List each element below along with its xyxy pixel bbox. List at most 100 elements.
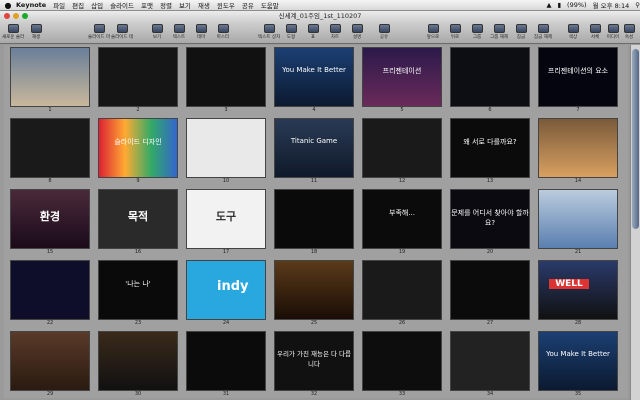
ungroup-button[interactable]: 그룹 해제 [488, 23, 510, 43]
slide-thumbnail[interactable]: 12 [362, 118, 442, 188]
slide-preview[interactable] [98, 331, 178, 391]
slide-preview[interactable] [10, 260, 90, 320]
vertical-scrollbar[interactable] [630, 45, 640, 400]
menu-help[interactable]: 도움말 [261, 0, 279, 10]
slide-preview[interactable] [538, 189, 618, 249]
slide-preview[interactable]: WELL [538, 260, 618, 320]
slide-thumbnail[interactable]: 29 [10, 331, 90, 398]
menu-share[interactable]: 공유 [242, 0, 254, 10]
menu-format[interactable]: 포맷 [141, 0, 153, 10]
slide-thumbnail[interactable]: 프리젠테이션 5 [362, 47, 442, 117]
close-window-icon[interactable] [4, 13, 10, 19]
menu-slide[interactable]: 슬라이드 [110, 0, 134, 10]
slide-preview[interactable] [362, 260, 442, 320]
shape-button[interactable]: 도형 [280, 23, 302, 43]
minimize-window-icon[interactable] [13, 13, 19, 19]
group-button[interactable]: 그룹 [466, 23, 488, 43]
slide-thumbnail[interactable]: 30 [98, 331, 178, 398]
zoom-window-icon[interactable] [22, 13, 28, 19]
slide-preview[interactable]: You Make It Better [538, 331, 618, 391]
slide-thumbnail[interactable]: 문제를 어디서 찾아야 할까요? 20 [450, 189, 530, 259]
menu-view[interactable]: 보기 [179, 0, 191, 10]
play-button[interactable]: 재생 [25, 23, 47, 43]
slide-preview[interactable]: 왜 서로 다를까요? [450, 118, 530, 178]
new-slide-button[interactable]: 새로운 슬라이드 [2, 23, 24, 43]
view-button[interactable]: 보기 [146, 23, 168, 43]
slide-preview[interactable] [186, 118, 266, 178]
slide-preview[interactable]: Titanic Game [274, 118, 354, 178]
lock-button[interactable]: 잠금 [510, 23, 532, 43]
slide-preview[interactable] [10, 118, 90, 178]
slide-thumbnail[interactable]: 33 [362, 331, 442, 398]
slide-thumbnail[interactable]: 31 [186, 331, 266, 398]
slide-preview[interactable]: indy [186, 260, 266, 320]
chart-button[interactable]: 차트 [324, 23, 346, 43]
slide-thumbnail[interactable]: 8 [10, 118, 90, 188]
slide-thumbnail[interactable]: You Make It Better 4 [274, 47, 354, 117]
slide-thumbnail[interactable]: 프리젠테이션의 요소 7 [538, 47, 618, 117]
theme-button[interactable]: 테마 [190, 23, 212, 43]
colors-button[interactable]: 색상 [562, 23, 584, 43]
slide-thumbnail[interactable]: 2 [98, 47, 178, 117]
slide-preview[interactable] [450, 260, 530, 320]
slide-preview[interactable] [274, 189, 354, 249]
slide-preview[interactable]: 환경 [10, 189, 90, 249]
slide-thumbnail[interactable]: 슬라이드 디자인 9 [98, 118, 178, 188]
slide-thumbnail[interactable]: 14 [538, 118, 618, 188]
slide-preview[interactable]: 프리젠테이션의 요소 [538, 47, 618, 107]
unlock-button[interactable]: 잠금 해제 [532, 23, 554, 43]
slide-thumbnail[interactable]: 목적 16 [98, 189, 178, 259]
slide-preview[interactable] [538, 118, 618, 178]
slide-preview[interactable]: 도구 [186, 189, 266, 249]
menu-play[interactable]: 재생 [198, 0, 210, 10]
menu-insert[interactable]: 삽입 [91, 0, 103, 10]
slide-thumbnail[interactable]: 26 [362, 260, 442, 330]
slide-preview[interactable]: 부족해... [362, 189, 442, 249]
menu-edit[interactable]: 편집 [72, 0, 84, 10]
slide-preview[interactable] [186, 331, 266, 391]
slide-thumbnail[interactable]: 우리가 가진 재능은 다 다릅니다 32 [274, 331, 354, 398]
wifi-icon[interactable]: ▲ [546, 1, 551, 9]
slide-thumbnail[interactable]: 1 [10, 47, 90, 117]
slide-thumbnail[interactable]: 환경 15 [10, 189, 90, 259]
slide-preview[interactable] [186, 47, 266, 107]
slide-preview[interactable]: '나는 나' [98, 260, 178, 320]
text-button[interactable]: 텍스트 [168, 23, 190, 43]
slide-thumbnail[interactable]: 25 [274, 260, 354, 330]
text-box-button[interactable]: 텍스트 상자 [258, 23, 280, 43]
slide-thumbnail[interactable]: 도구 17 [186, 189, 266, 259]
share-button[interactable]: 공유 [373, 23, 395, 43]
slide-preview[interactable] [274, 260, 354, 320]
slide-preview[interactable]: 슬라이드 디자인 [98, 118, 178, 178]
slide-thumbnail[interactable]: 27 [450, 260, 530, 330]
inspector-button[interactable]: 속성 [619, 23, 639, 43]
slide-preview[interactable]: You Make It Better [274, 47, 354, 107]
slide-master-button[interactable]: 슬라이드 마스터 [88, 23, 110, 43]
light-table-grid[interactable]: 1 2 3 You Make It Better 4 프리젠테이션 5 6 프리젠테이션의 요소… [4, 45, 628, 398]
slide-preview[interactable] [362, 331, 442, 391]
slide-thumbnail[interactable]: You Make It Better 35 [538, 331, 618, 398]
slide-preview[interactable] [10, 331, 90, 391]
slide-preview[interactable] [10, 47, 90, 107]
slide-thumbnail[interactable]: 3 [186, 47, 266, 117]
slide-preview[interactable] [450, 47, 530, 107]
apple-menu-icon[interactable]: ● [0, 1, 16, 10]
slide-thumbnail[interactable]: 부족해... 19 [362, 189, 442, 259]
slide-thumbnail[interactable]: 18 [274, 189, 354, 259]
table-button[interactable]: 표 [302, 23, 324, 43]
menu-file[interactable]: 파일 [53, 0, 65, 10]
send-backward-button[interactable]: 뒤로 [444, 23, 466, 43]
slide-thumbnail[interactable]: indy 24 [186, 260, 266, 330]
slide-thumbnail[interactable]: 10 [186, 118, 266, 188]
menu-window[interactable]: 윈도우 [217, 0, 235, 10]
menu-arrange[interactable]: 정렬 [160, 0, 172, 10]
slide-thumbnail[interactable]: 22 [10, 260, 90, 330]
slide-thumbnail[interactable]: 왜 서로 다를까요? 13 [450, 118, 530, 188]
clock[interactable]: 월 오후 8:14 [593, 0, 630, 10]
master-button[interactable]: 마스터 [212, 23, 234, 43]
comment-button[interactable]: 설명 [346, 23, 368, 43]
spotlight-icon[interactable]: ⚲ [635, 1, 640, 9]
slide-preview[interactable]: 문제를 어디서 찾아야 할까요? [450, 189, 530, 249]
bring-forward-button[interactable]: 앞으로 [422, 23, 444, 43]
slide-thumbnail[interactable]: WELL 28 [538, 260, 618, 330]
